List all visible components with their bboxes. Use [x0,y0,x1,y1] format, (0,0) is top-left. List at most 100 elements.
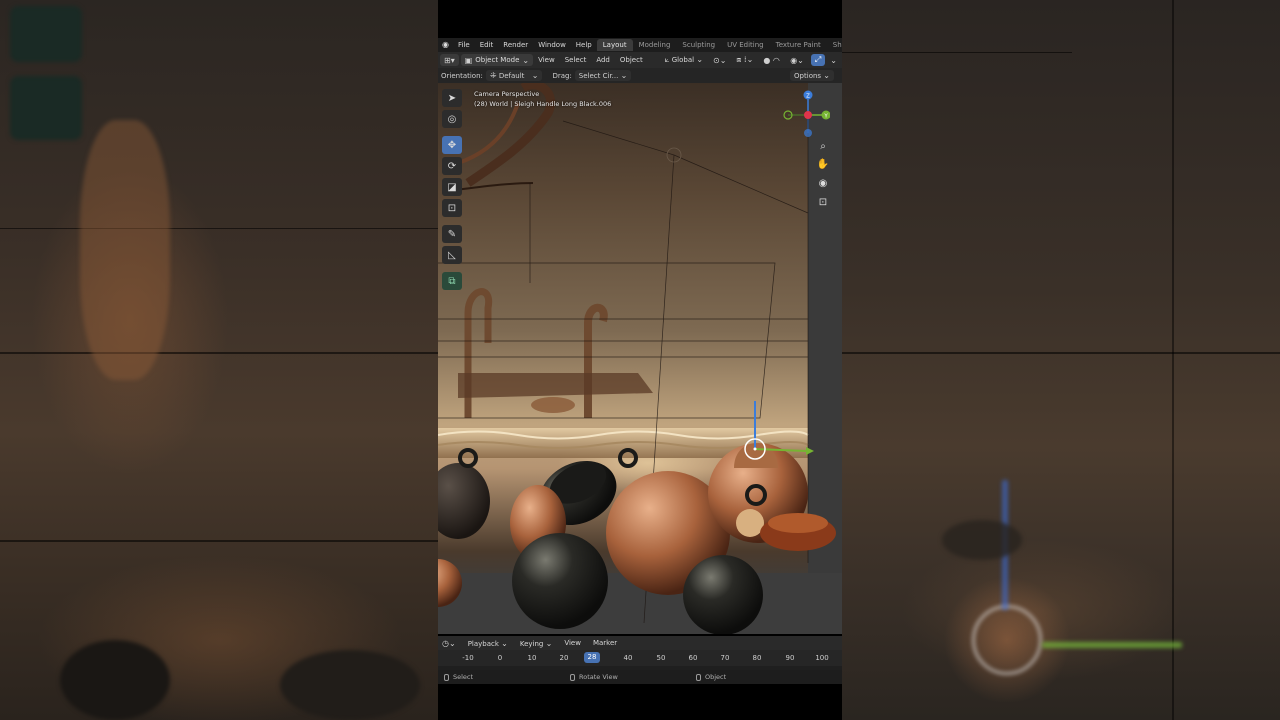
tick-label: 80 [752,654,762,662]
pan-hand-icon[interactable]: ✋ [814,157,832,173]
gizmo-dropdown[interactable]: ⌄ [825,56,842,65]
orientation-dropdown[interactable]: ⁜ Default ⌄ [485,70,543,81]
tick-label: -10 [462,654,474,662]
tab-uv-editing[interactable]: UV Editing [721,39,770,51]
chevron-down-icon: ⌄ [830,55,837,65]
annotate-tool[interactable]: ✎ [442,225,462,243]
menu-window[interactable]: Window [533,41,571,49]
chevron-down-icon: ⌄ [823,71,830,80]
tick-label: 100 [815,654,829,662]
bell-shape [736,509,764,537]
pivot-point-dropdown[interactable]: ⊙⌄ [708,56,731,65]
transform-tool[interactable]: ⊡ [442,199,462,217]
viewport-overlay-text: Camera Perspective (28) World | Sleigh H… [474,89,611,109]
drag-dropdown[interactable]: Select Cir... ⌄ [574,70,632,81]
options-label: Options [794,72,822,80]
view-name: Camera Perspective [474,90,540,98]
drag-label: Drag: [552,71,572,80]
blurred-tool-ghost [10,6,82,62]
menu-render[interactable]: Render [498,41,533,49]
navigation-gizmo[interactable]: Z Y [778,89,830,139]
zoom-icon[interactable]: ⌕ [814,139,832,155]
mouse-middle-icon [570,673,575,681]
tick-label: 60 [688,654,698,662]
status-select-label: Select [453,673,474,681]
cursor-tool[interactable]: ◎ [442,110,462,128]
background-line [842,352,1280,354]
transform-orientation-dropdown[interactable]: ⟀ Global ⌄ [660,55,708,65]
menu-help[interactable]: Help [571,41,597,49]
menu-edit[interactable]: Edit [475,41,499,49]
orientation-label: Orientation: [441,71,483,80]
current-frame-indicator[interactable]: 28 [584,652,600,663]
chevron-down-icon: ⌄ [545,638,553,648]
menu-add[interactable]: Add [591,56,615,64]
mode-dropdown[interactable]: ▣ Object Mode ⌄ [460,54,534,66]
mode-label: Object Mode [475,56,520,64]
select-box-tool[interactable]: ➤ [442,89,462,107]
nav-neg-z-button[interactable] [804,129,812,137]
tab-modeling[interactable]: Modeling [633,39,677,51]
orientation-icon: ⁜ [489,71,497,80]
tab-sculpting[interactable]: Sculpting [676,39,721,51]
move-tool[interactable]: ✥ [442,136,462,154]
background-line [0,352,438,354]
menu-marker[interactable]: Marker [587,639,623,647]
measure-tool[interactable]: ◺ [442,246,462,264]
tick-label: 90 [785,654,795,662]
sleigh-body-shape [458,373,653,398]
menu-file[interactable]: File [453,41,475,49]
timeline-header: ◷⌄ Playback ⌄ Keying ⌄ View Marker [438,636,842,650]
rotate-tool[interactable]: ⟳ [442,157,462,175]
menu-select[interactable]: Select [560,56,592,64]
clock-icon: ◷⌄ [442,638,456,648]
tool-settings-bar: Orientation: ⁜ Default ⌄ Drag: Select Ci… [438,68,842,83]
add-cube-tool[interactable]: ⧉ [442,272,462,290]
3d-viewport[interactable]: Camera Perspective (28) World | Sleigh H… [438,83,842,634]
annotate-icon: ✎ [447,228,457,240]
tab-shading[interactable]: Shading [827,39,842,51]
menu-timeline-view[interactable]: View [558,639,587,647]
timeline-ruler[interactable]: -10 0 10 20 40 50 60 70 80 90 100 28 [438,650,842,666]
menu-object[interactable]: Object [615,56,648,64]
nav-z-label: Z [806,93,810,99]
blurred-ornament-ghost [80,120,170,380]
chevron-down-icon: ⌄ [526,71,539,80]
bell-shape [438,463,490,539]
background-line [0,228,438,229]
background-line [842,52,1072,53]
snap-icon: ⧈ ⁞⌄ [736,55,754,64]
mouse-right-icon [696,673,701,681]
tab-texture-paint[interactable]: Texture Paint [770,39,827,51]
viewport-header: ⊞▾ ▣ Object Mode ⌄ View Select Add Objec… [438,52,842,68]
status-object-label: Object [705,673,727,681]
scale-tool[interactable]: ◪ [442,178,462,196]
timeline-editor-type[interactable]: ◷⌄ [438,639,462,648]
3d-cursor-icon: ◎ [447,113,457,125]
bell-shape [438,559,462,607]
editor-type-button[interactable]: ⊞▾ [440,54,459,66]
lock-icon[interactable]: ⊡ [814,195,832,211]
blender-logo-icon[interactable]: ◉ [442,40,449,50]
gizmo-toggle[interactable]: ⤢ [810,54,826,66]
scale-icon: ◪ [447,181,457,193]
rotate-icon: ⟳ [447,160,457,172]
menu-playback[interactable]: Playback ⌄ [462,639,514,648]
add-cube-icon: ⧉ [448,275,456,287]
nav-x-axis-button[interactable] [804,111,812,119]
blurred-bell-ghost [942,520,1022,560]
menu-keying[interactable]: Keying ⌄ [514,639,558,648]
tool-shelf: ➤ ◎ ✥ ⟳ ◪ ⊡ ✎ ◺ ⧉ [441,89,463,293]
options-dropdown[interactable]: Options ⌄ [790,70,834,81]
gizmo-icon: ⤢ [814,55,822,64]
background-line [1172,0,1174,720]
proportional-edit-toggle[interactable]: ● ◠ [758,56,785,65]
menu-view[interactable]: View [533,56,560,64]
background-right-blur [842,0,1280,720]
camera-view-icon[interactable]: ◉ [814,176,832,192]
chevron-down-icon: ⌄ [696,55,704,64]
tab-layout[interactable]: Layout [596,39,633,51]
tick-label: 0 [497,654,503,662]
visibility-dropdown[interactable]: ◉⌄ [785,56,809,65]
snap-toggle[interactable]: ⧈ ⁞⌄ [731,55,758,65]
